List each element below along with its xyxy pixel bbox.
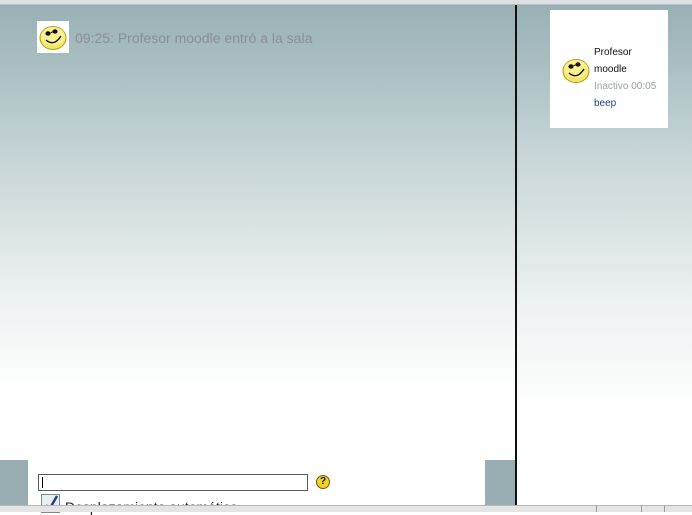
user-name-first: Profesor: [594, 47, 632, 58]
user-idle-time: Inactivo 00:05: [594, 81, 657, 92]
help-icon[interactable]: ?: [316, 475, 330, 489]
user-name-last: moodle: [594, 64, 627, 75]
status-bar-separator: [641, 506, 642, 512]
beep-link[interactable]: beep: [594, 95, 666, 112]
status-bar-separator: [664, 506, 665, 512]
smiley-icon: [560, 54, 592, 86]
input-area-left-border: [0, 460, 28, 511]
status-bar-separator: [596, 506, 597, 512]
text-caret: [42, 477, 43, 488]
users-pane: Profesor moodle Inactivo 00:05 beep: [517, 5, 692, 511]
chat-messages-pane[interactable]: 09:25: Profesor moodle entró a la sala: [0, 5, 515, 460]
smiley-icon: [37, 21, 69, 53]
user-card: Profesor moodle Inactivo 00:05 beep: [550, 10, 668, 128]
user-info: Profesor moodle Inactivo 00:05 beep: [594, 44, 666, 112]
chat-message-text: 09:25: Profesor moodle entró a la sala: [75, 30, 313, 46]
message-input[interactable]: [38, 474, 308, 491]
input-area: ? Desplazamiento automático: [0, 460, 515, 515]
chat-message: 09:25: Profesor moodle entró a la sala: [37, 21, 312, 53]
input-area-right-border: [485, 460, 515, 511]
